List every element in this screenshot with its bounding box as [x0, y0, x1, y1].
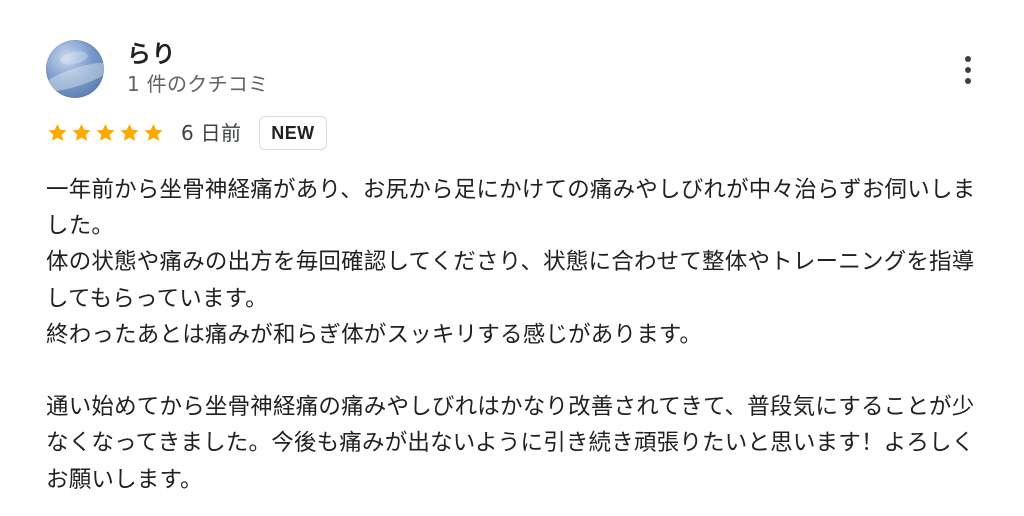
star-icon [94, 122, 117, 144]
review-meta-row: 6 日前 NEW [46, 115, 327, 151]
more-options-button[interactable] [951, 50, 985, 90]
review-paragraph-4: 通い始めてから坐骨神経痛の痛みやしびれはかなり改善されてきて、普段気にすることが… [46, 394, 975, 493]
new-badge: NEW [259, 116, 327, 150]
more-vert-icon-dot [965, 78, 971, 84]
review-text: 一年前から坐骨神経痛があり、お尻から足にかけての痛みやしびれが中々治らずお伺いし… [46, 172, 996, 498]
review-paragraph-3: 終わったあとは痛みが和らぎ体がスッキリする感じがあります。 [46, 321, 703, 348]
user-avatar[interactable] [46, 40, 104, 98]
review-count: 1 件のクチコミ [127, 72, 269, 96]
review-date: 6 日前 [181, 121, 242, 145]
star-rating [46, 122, 165, 144]
review-paragraph-1: 一年前から坐骨神経痛があり、お尻から足にかけての痛みやしびれが中々治らずお伺いし… [46, 177, 976, 240]
star-icon [142, 122, 165, 144]
star-icon [118, 122, 141, 144]
star-icon [46, 122, 69, 144]
reviewer-name[interactable]: らり [127, 40, 176, 68]
more-vert-icon-dot [965, 56, 971, 62]
more-vert-icon-dot [965, 67, 971, 73]
star-icon [70, 122, 93, 144]
review-paragraph-2: 体の状態や痛みの出方を毎回確認してくださり、状態に合わせて整体やトレーニングを指… [46, 249, 975, 312]
